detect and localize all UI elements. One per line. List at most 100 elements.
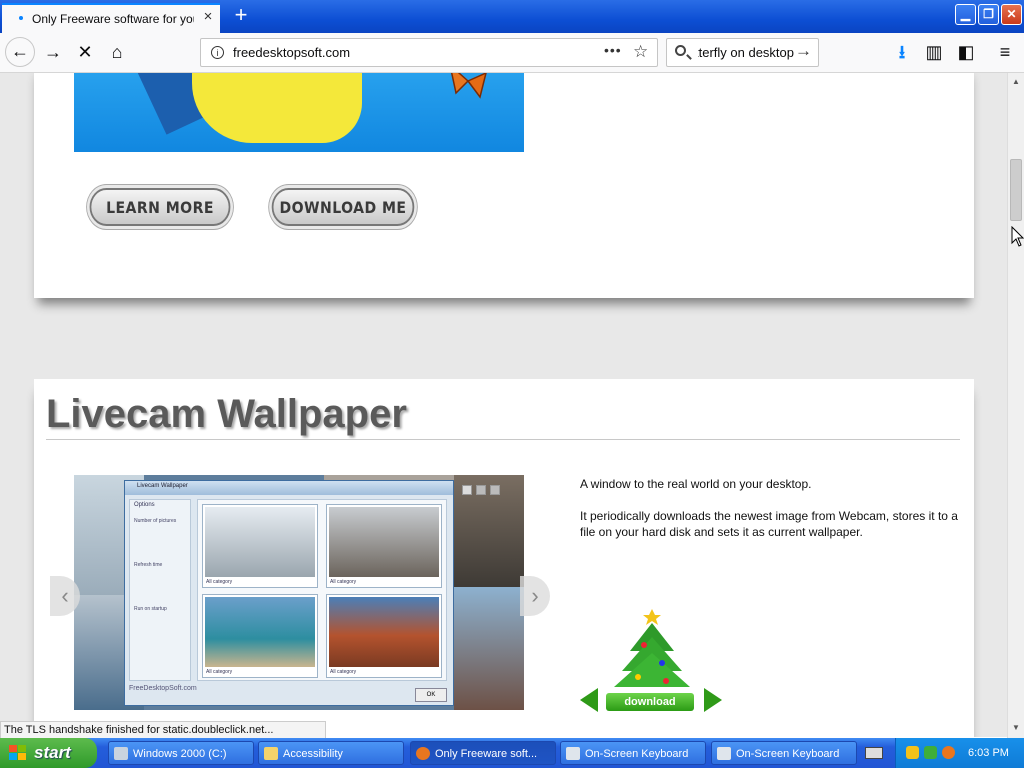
learn-more-button[interactable]: LEARN MORE (89, 188, 231, 226)
download-next-arrow-icon[interactable] (704, 688, 722, 712)
start-button[interactable]: start (0, 738, 97, 768)
taskbar-item-label: On-Screen Keyboard (585, 748, 689, 760)
url-bar[interactable]: i freedesktopsoft.com ••• ☆ (200, 38, 658, 67)
library-icon[interactable]: ▥ (920, 38, 948, 66)
hamburger-menu-icon[interactable]: ≡ (991, 38, 1019, 66)
forward-arrow-icon[interactable]: → (39, 38, 67, 66)
firefox-icon (416, 747, 430, 760)
windows-taskbar: start Windows 2000 (C:) Accessibility On… (0, 738, 1024, 768)
thumbnail: All category (326, 594, 442, 678)
app-label-pictures: Number of pictures (134, 518, 177, 524)
butterfly-icon (450, 73, 487, 99)
sidebar-icon[interactable]: ◧ (952, 38, 980, 66)
taskbar-item-accessibility[interactable]: Accessibility (258, 741, 404, 765)
info-icon[interactable]: i (211, 46, 224, 59)
promo-image-yellow-shape (192, 73, 362, 143)
bookmark-star-icon[interactable]: ☆ (633, 42, 648, 62)
thumbnail-image (205, 597, 315, 667)
app-titlebar: Livecam Wallpaper (125, 481, 453, 495)
scroll-down-arrow-icon[interactable]: ▼ (1008, 721, 1024, 735)
app-options-panel: Options Number of pictures Refresh time … (129, 499, 191, 681)
thumbnail: All category (202, 504, 318, 588)
thumbnail-image (205, 507, 315, 577)
promo-image (74, 73, 524, 152)
section-title: Livecam Wallpaper (46, 392, 407, 436)
search-tray-icon[interactable] (942, 746, 955, 759)
taskbar-item-onscreen-keyboard[interactable]: On-Screen Keyboard (560, 741, 706, 765)
window-minimize-button[interactable]: ▁ (955, 4, 976, 25)
new-tab-button[interactable]: + (228, 3, 254, 29)
security-shield-icon[interactable] (906, 746, 919, 759)
page-actions-icon[interactable]: ••• (604, 42, 622, 58)
taskbar-item-label: Windows 2000 (C:) (133, 748, 227, 760)
download-prev-arrow-icon[interactable] (580, 688, 598, 712)
download-button[interactable]: download (606, 693, 694, 711)
taskbar-item-firefox[interactable]: Only Freeware soft... (410, 741, 556, 765)
product-card: Livecam Wallpaper Livecam Wallpaper Opti… (34, 379, 974, 737)
product-description: A window to the real world on your deskt… (580, 476, 966, 556)
thumbnail: All category (202, 594, 318, 678)
thumbnail-caption: All category (206, 579, 233, 585)
download-icon[interactable]: ⭳ (888, 38, 916, 66)
keyboard-tray-icon[interactable] (865, 747, 883, 759)
taskbar-item-windows-2000[interactable]: Windows 2000 (C:) (108, 741, 254, 765)
url-text[interactable]: freedesktopsoft.com (233, 45, 350, 60)
thumbnail-caption: All category (206, 669, 233, 675)
app-footer-brand: FreeDesktopSoft.com (129, 685, 197, 692)
window-close-button[interactable]: ✕ (1001, 4, 1022, 25)
network-icon[interactable] (924, 746, 937, 759)
scrollbar-thumb[interactable] (1010, 159, 1022, 221)
app-options-label: Options (134, 502, 155, 508)
app-ok-button: OK (415, 688, 447, 702)
start-label: start (34, 743, 71, 762)
tab-loading-dot-icon (19, 16, 23, 20)
thumbnail-image (329, 507, 439, 577)
search-go-arrow-icon[interactable]: → (795, 41, 812, 61)
description-line: A window to the real world on your deskt… (580, 477, 812, 491)
christmas-tree-icon (614, 609, 690, 687)
page-scrollbar[interactable]: ▲ ▼ (1007, 73, 1024, 738)
tab-active[interactable]: Only Freeware software for your Windows … (2, 3, 220, 33)
screenshot-slider[interactable]: Livecam Wallpaper Options Number of pict… (74, 475, 524, 710)
keyboard-icon (717, 747, 731, 760)
tab-title: Only Freeware software for your Windows (32, 12, 194, 26)
promo-card: LEARN MORE DOWNLOAD ME (34, 73, 974, 298)
app-label-refresh: Refresh time (134, 562, 163, 568)
search-icon (675, 45, 686, 56)
windows-flag-icon (9, 745, 26, 760)
app-screenshot: Livecam Wallpaper Options Number of pict… (124, 480, 454, 706)
title-divider (46, 439, 960, 440)
app-thumbnail-grid: All category All category All category A… (197, 499, 447, 681)
mouse-cursor-icon (1011, 226, 1024, 247)
taskbar-item-onscreen-keyboard-2[interactable]: On-Screen Keyboard (711, 741, 857, 765)
slide-dot[interactable] (490, 485, 500, 495)
taskbar-item-label: On-Screen Keyboard (736, 748, 840, 760)
slide-bg-right-bottom (454, 587, 524, 710)
download-banner: download (580, 683, 724, 717)
status-bar: The TLS handshake finished for static.do… (0, 721, 326, 739)
thumbnail-caption: All category (330, 579, 357, 585)
taskbar-item-label: Accessibility (283, 748, 343, 760)
home-icon[interactable]: ⌂ (103, 38, 131, 66)
folder-icon (264, 747, 278, 760)
keyboard-icon (566, 747, 580, 760)
app-label-startup: Run on startup (134, 606, 167, 612)
tab-close-button[interactable]: × (200, 9, 216, 25)
slide-dot[interactable] (476, 485, 486, 495)
search-input-value[interactable]: butterfly on desktop (698, 45, 794, 60)
page-viewport: LEARN MORE DOWNLOAD ME Livecam Wallpaper… (0, 73, 1007, 737)
slide-dot[interactable] (462, 485, 472, 495)
thumbnail: All category (326, 504, 442, 588)
window-maximize-button[interactable]: ❐ (978, 4, 999, 25)
back-arrow-icon[interactable]: ← (5, 37, 35, 67)
stop-icon[interactable]: ✕ (71, 38, 99, 66)
thumbnail-caption: All category (330, 669, 357, 675)
download-me-button[interactable]: DOWNLOAD ME (271, 188, 415, 226)
slide-next-arrow-icon[interactable]: › (520, 576, 550, 616)
drive-icon (114, 747, 128, 760)
description-line: It periodically downloads the newest ima… (580, 509, 958, 539)
clock: 6:03 PM (968, 747, 1009, 759)
thumbnail-image (329, 597, 439, 667)
search-input[interactable]: butterfly on desktop → (666, 38, 819, 67)
scroll-up-arrow-icon[interactable]: ▲ (1008, 75, 1024, 89)
